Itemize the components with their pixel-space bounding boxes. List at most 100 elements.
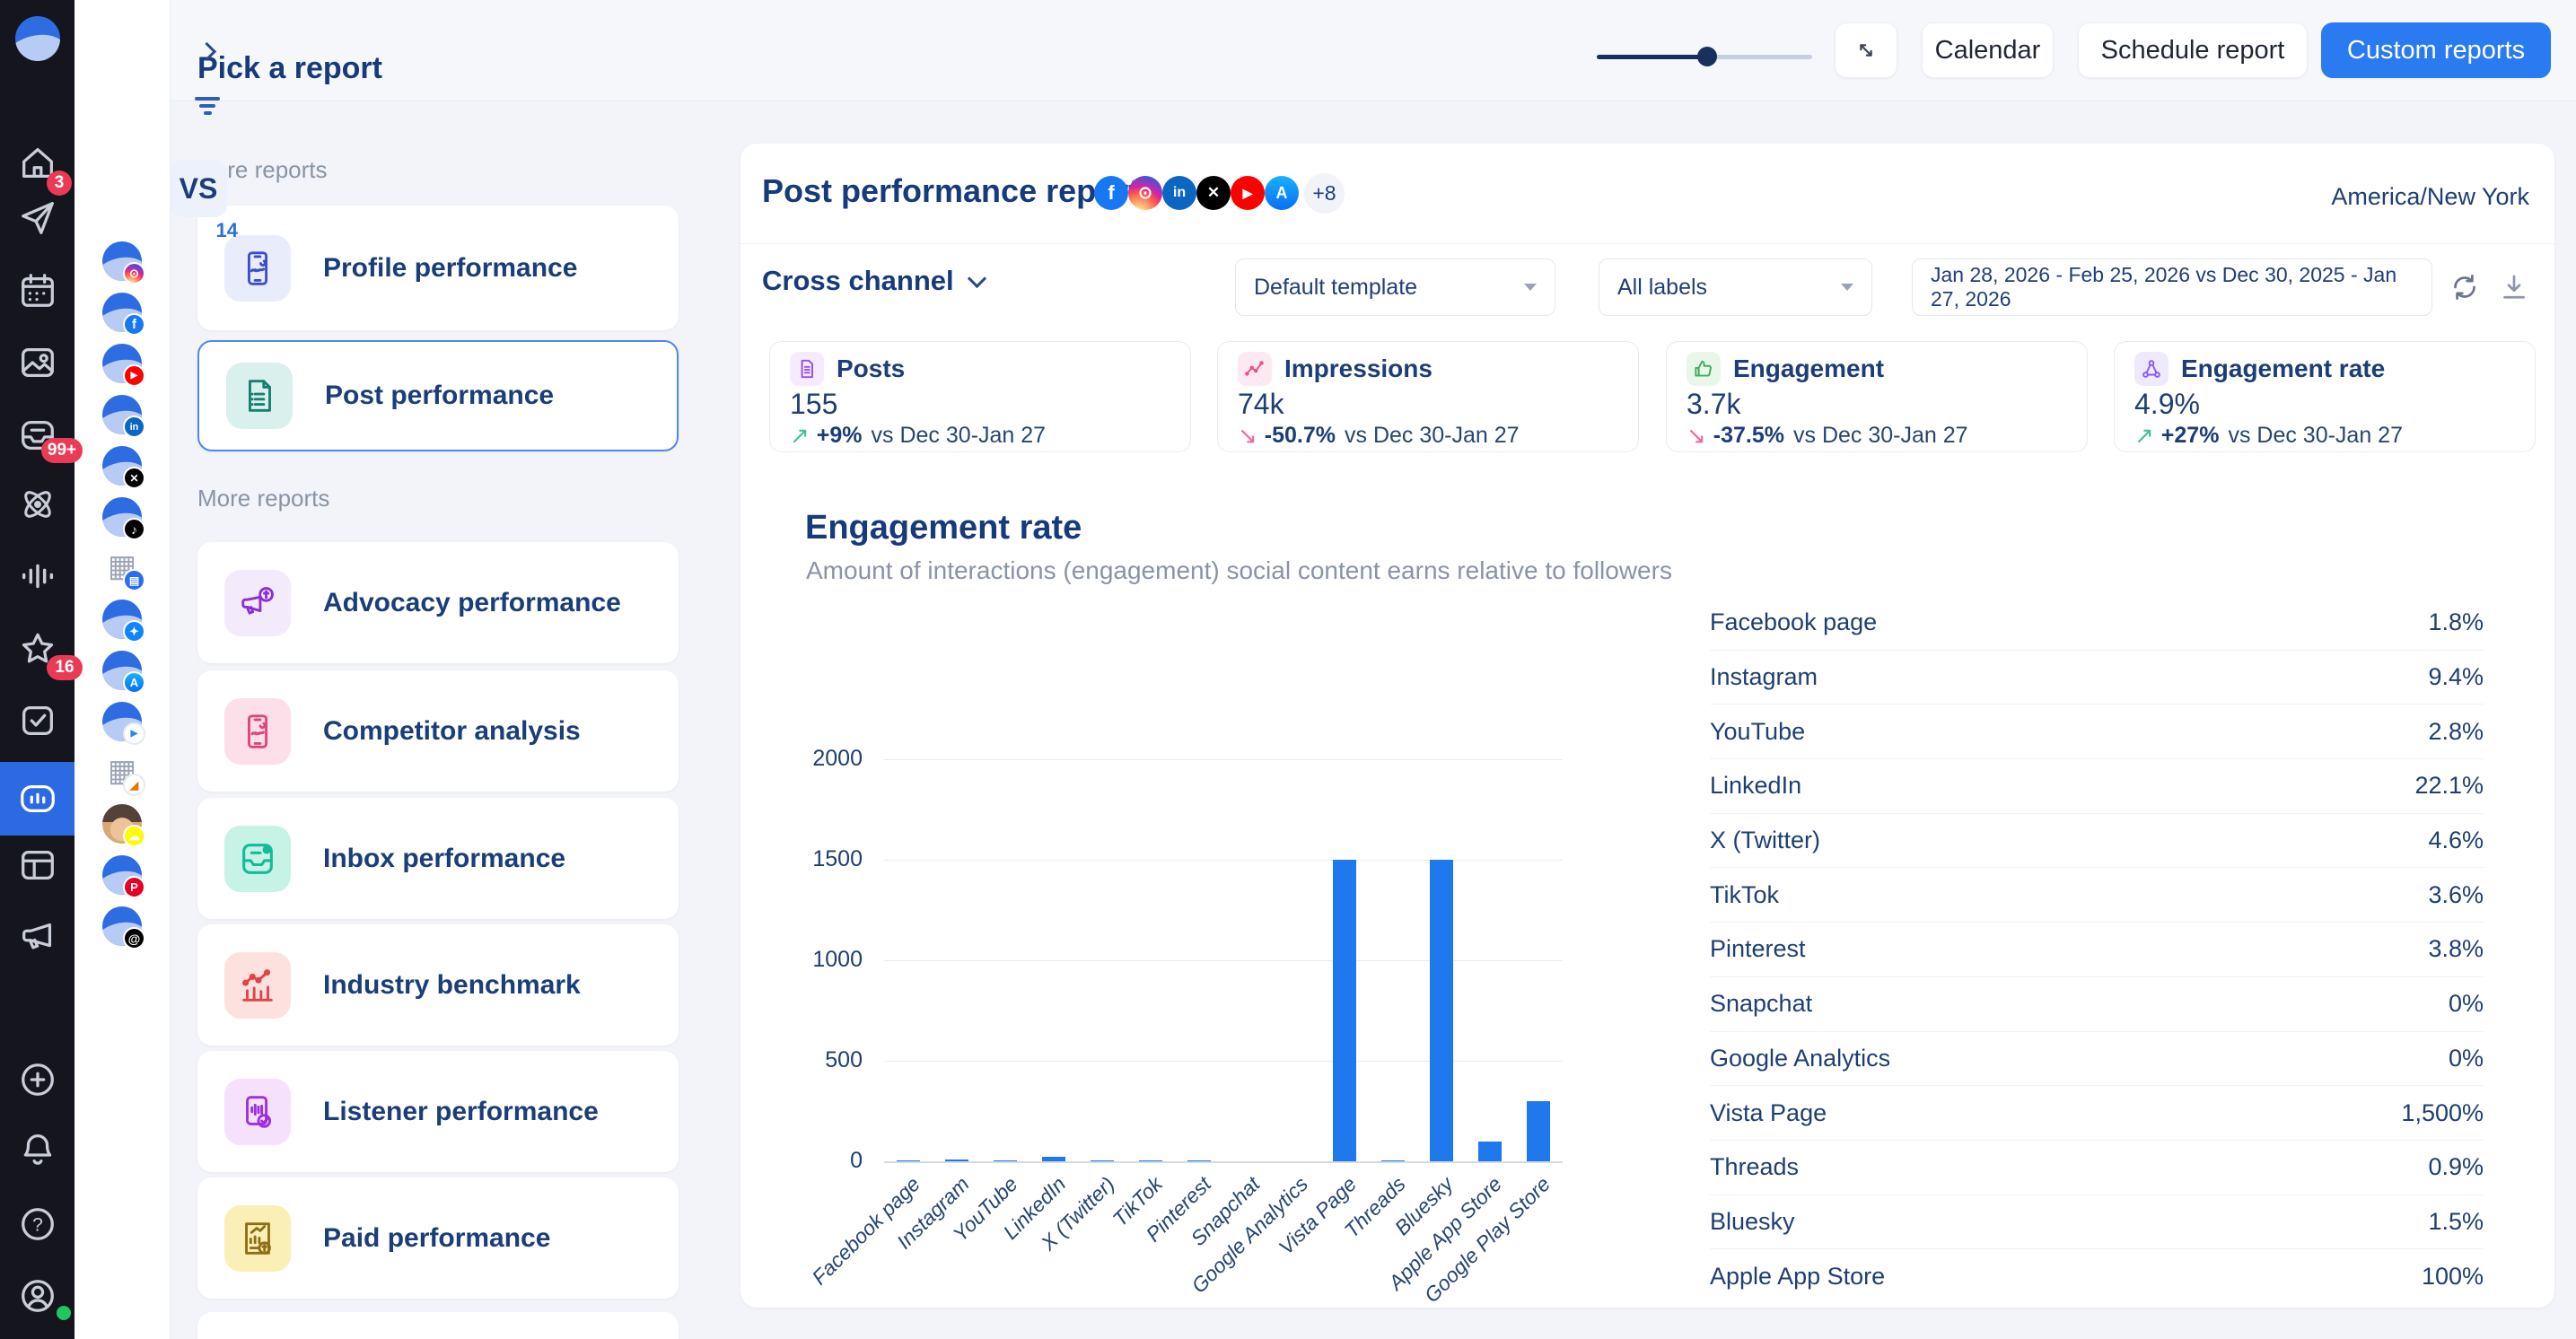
platform-badge-icon: in [123,416,145,438]
expand-button[interactable] [1835,22,1897,78]
channel-dropdown[interactable]: Cross channel [762,265,984,297]
caret-down-icon [1841,284,1853,291]
sidebar-item-notifications[interactable] [0,1117,74,1182]
profile-avatar[interactable]: ✦ [102,599,142,639]
engagement-rate-table: Facebook page 1.8% Instagram 9.4% YouTub… [1710,596,2484,1303]
sidebar-item-help[interactable]: ? [0,1192,74,1256]
template-select[interactable]: Default template [1235,258,1555,316]
report-card-competitor[interactable]: Competitor analysis [197,670,679,792]
profile-avatar[interactable]: ⊙ [102,241,142,281]
report-card-profile-performance[interactable]: Profile performance [197,206,679,330]
chart-bar [897,1160,920,1162]
metric-card-posts[interactable]: Posts 155 ↗ +9% vs Dec 30-Jan 27 [769,341,1191,452]
brand-logo[interactable] [15,16,60,61]
help-icon: ? [17,1203,58,1245]
collapse-panel-button[interactable] [193,38,220,65]
profile-avatar[interactable]: A [102,651,142,690]
profile-avatar[interactable]: ♪ [102,497,142,537]
sidebar-item-dashboard[interactable] [0,833,74,897]
refresh-button[interactable] [2449,271,2481,303]
caret-down-icon [1524,284,1537,291]
platform-badge-icon: f [123,313,145,336]
chart-bar [1333,860,1356,1161]
sidebar-item-media[interactable] [0,330,74,395]
y-axis-tick: 1500 [791,846,863,872]
chart-bar [1527,1101,1550,1161]
sidebar-item-reports[interactable] [0,762,74,836]
section-title: Engagement rate [805,509,1082,547]
table-row: Google Analytics 0% [1710,1032,2484,1087]
metric-label: Posts [837,354,905,383]
platform-badge-icon: ✕ [123,467,145,489]
table-row: Instagram 9.4% [1710,651,2484,705]
calendar-icon [17,270,58,311]
report-card-industry-benchmark[interactable]: Industry benchmark [197,924,679,1046]
vista-social-app: 3 99+ 16 [0,0,2576,1339]
zoom-slider[interactable] [1597,47,1812,66]
sidebar-item-tasks[interactable] [0,688,74,753]
table-row-value: 0% [2449,1045,2484,1072]
platform-badge-icon: @ [123,927,145,950]
table-row-value: 22.1% [2414,772,2484,800]
profile-avatar[interactable]: ☁ [102,804,142,844]
sidebar-item-connect[interactable] [0,472,74,537]
profile-avatar[interactable]: in [102,395,142,434]
sidebar-item-calendar[interactable] [0,258,74,323]
profile-performance-icon [237,248,278,289]
custom-reports-button[interactable]: Custom reports [2321,22,2551,78]
metric-card-engagement-rate[interactable]: Engagement rate 4.9% ↗ +27% vs Dec 30-Ja… [2114,341,2536,452]
facebook-icon: f [1094,176,1128,210]
metric-card-impressions[interactable]: Impressions 74k ↘ -50.7% vs Dec 30-Jan 2… [1217,341,1639,452]
table-row-label: LinkedIn [1710,772,1801,800]
report-card-cutoff[interactable] [197,1312,679,1339]
sidebar-item-listening[interactable] [0,544,74,608]
table-row: X (Twitter) 4.6% [1710,814,2484,869]
profile-avatar[interactable]: ✕ [102,446,142,486]
platform-badge-icon: P [123,876,145,898]
table-row-value: 1,500% [2401,1099,2484,1127]
profile-avatar[interactable]: f [102,293,142,332]
table-row-label: Apple App Store [1710,1263,1885,1291]
profile-avatar[interactable]: @ [102,906,142,946]
profile-avatar[interactable]: P [102,855,142,895]
profile-avatar[interactable]: ▶ [102,344,142,383]
schedule-report-button[interactable]: Schedule report [2078,22,2308,78]
profile-avatar[interactable]: ◢ [102,753,142,792]
download-button[interactable] [2498,271,2530,303]
report-title-row: Post performance report f ⊙ in ✕ ▶ A +8 … [740,144,2554,244]
slider-knob[interactable] [1697,47,1717,66]
table-row: Snapchat 0% [1710,977,2484,1032]
table-row-value: 9.4% [2428,663,2484,691]
atom-icon [17,484,58,525]
sidebar-item-publish[interactable] [0,186,74,250]
platform-badge-icon: A [123,671,145,694]
report-card-post-performance[interactable]: Post performance [197,340,679,451]
post-performance-icon [239,375,280,416]
report-card-paid-performance[interactable]: Paid performance [197,1177,679,1299]
calendar-button[interactable]: Calendar [1922,22,2054,78]
profiles-filter-button[interactable] [192,93,223,120]
listener-performance-icon [237,1091,278,1133]
report-card-listener-performance[interactable]: Listener performance [197,1051,679,1172]
table-row: TikTok 3.6% [1710,868,2484,923]
labels-select[interactable]: All labels [1599,258,1872,316]
profile-group-tab[interactable]: VS [170,160,227,217]
report-card-inbox-performance[interactable]: Inbox performance [197,798,679,919]
extra-profiles-pill[interactable]: +8 [1304,173,1345,214]
report-picker-panel: Core reports Profile performance Post pe… [170,101,710,1339]
table-row: Bluesky 1.5% [1710,1195,2484,1250]
date-range-picker[interactable]: Jan 28, 2026 - Feb 25, 2026 vs Dec 30, 2… [1912,258,2432,316]
y-axis-tick: 500 [791,1047,863,1073]
sidebar-item-advocacy[interactable] [0,904,74,968]
profile-avatar[interactable]: ▶ [102,702,142,741]
metric-card-engagement[interactable]: Engagement 3.7k ↘ -37.5% vs Dec 30-Jan 2… [1666,341,2088,452]
report-card-advocacy[interactable]: Advocacy performance [197,542,679,663]
report-card-label: Profile performance [323,253,577,284]
y-axis-tick: 0 [791,1148,863,1174]
chart-bar [1139,1160,1162,1162]
paid-performance-icon [237,1218,278,1259]
send-icon [17,197,58,239]
sidebar-item-create[interactable] [0,1047,74,1112]
profile-avatar[interactable]: ▤ [102,548,142,588]
inbox-badge: 99+ [41,438,83,463]
